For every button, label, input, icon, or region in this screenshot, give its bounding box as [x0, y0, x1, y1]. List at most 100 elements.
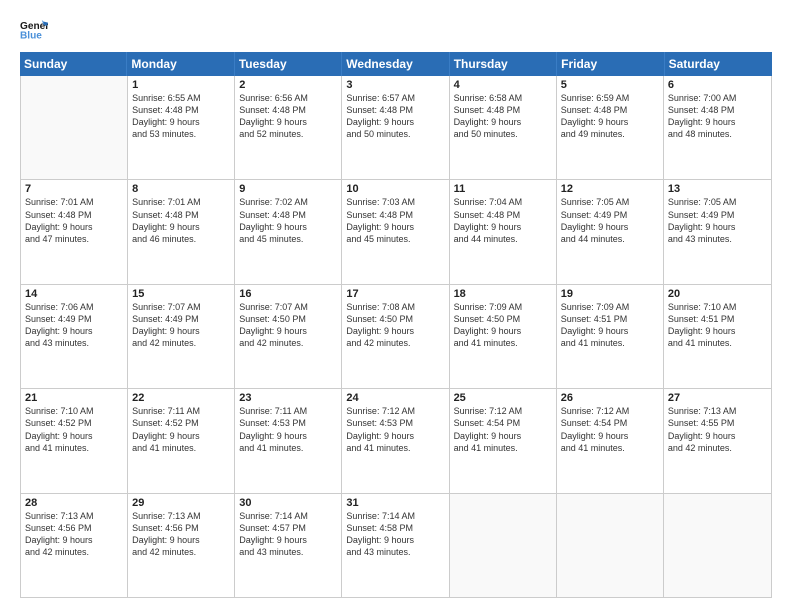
cell-info-line: Sunset: 4:48 PM: [132, 209, 230, 221]
cell-info-line: Sunrise: 7:07 AM: [239, 301, 337, 313]
cell-info-line: Daylight: 9 hours: [239, 221, 337, 233]
cell-info-line: Daylight: 9 hours: [454, 325, 552, 337]
calendar-cell: 27Sunrise: 7:13 AMSunset: 4:55 PMDayligh…: [664, 389, 771, 492]
cell-info-line: and 41 minutes.: [346, 442, 444, 454]
cell-info-line: Sunset: 4:50 PM: [454, 313, 552, 325]
cell-info-line: Sunrise: 7:09 AM: [454, 301, 552, 313]
cell-info-line: and 42 minutes.: [132, 337, 230, 349]
cell-info-line: Sunrise: 7:14 AM: [239, 510, 337, 522]
cell-info-line: and 43 minutes.: [346, 546, 444, 558]
cell-info-line: and 50 minutes.: [454, 128, 552, 140]
calendar-cell: 19Sunrise: 7:09 AMSunset: 4:51 PMDayligh…: [557, 285, 664, 388]
cell-info-line: Sunset: 4:54 PM: [561, 417, 659, 429]
day-number: 8: [132, 183, 230, 195]
day-number: 6: [668, 79, 767, 91]
cell-info-line: Sunset: 4:48 PM: [454, 104, 552, 116]
calendar-cell: 13Sunrise: 7:05 AMSunset: 4:49 PMDayligh…: [664, 180, 771, 283]
header-cell-monday: Monday: [127, 52, 234, 76]
calendar-cell: 3Sunrise: 6:57 AMSunset: 4:48 PMDaylight…: [342, 76, 449, 179]
cell-info-line: and 42 minutes.: [668, 442, 767, 454]
cell-info-line: Sunrise: 7:07 AM: [132, 301, 230, 313]
day-number: 30: [239, 497, 337, 509]
header: General Blue: [20, 18, 772, 42]
cell-info-line: Sunset: 4:50 PM: [346, 313, 444, 325]
day-number: 12: [561, 183, 659, 195]
cell-info-line: Sunrise: 7:04 AM: [454, 196, 552, 208]
cell-info-line: Daylight: 9 hours: [561, 325, 659, 337]
calendar-cell: 8Sunrise: 7:01 AMSunset: 4:48 PMDaylight…: [128, 180, 235, 283]
day-number: 22: [132, 392, 230, 404]
cell-info-line: and 41 minutes.: [668, 337, 767, 349]
day-number: 4: [454, 79, 552, 91]
day-number: 13: [668, 183, 767, 195]
cell-info-line: Sunset: 4:48 PM: [25, 209, 123, 221]
cell-info-line: Sunrise: 7:01 AM: [132, 196, 230, 208]
cell-info-line: Daylight: 9 hours: [25, 325, 123, 337]
day-number: 15: [132, 288, 230, 300]
cell-info-line: Sunset: 4:54 PM: [454, 417, 552, 429]
cell-info-line: Daylight: 9 hours: [132, 534, 230, 546]
calendar-cell: 6Sunrise: 7:00 AMSunset: 4:48 PMDaylight…: [664, 76, 771, 179]
cell-info-line: Sunset: 4:52 PM: [25, 417, 123, 429]
cell-info-line: Daylight: 9 hours: [454, 221, 552, 233]
cell-info-line: Sunset: 4:48 PM: [132, 104, 230, 116]
cell-info-line: and 45 minutes.: [239, 233, 337, 245]
calendar-cell: 11Sunrise: 7:04 AMSunset: 4:48 PMDayligh…: [450, 180, 557, 283]
header-cell-wednesday: Wednesday: [342, 52, 449, 76]
cell-info-line: Sunset: 4:48 PM: [454, 209, 552, 221]
cell-info-line: and 43 minutes.: [668, 233, 767, 245]
cell-info-line: Sunrise: 6:55 AM: [132, 92, 230, 104]
day-number: 19: [561, 288, 659, 300]
cell-info-line: and 47 minutes.: [25, 233, 123, 245]
cell-info-line: and 44 minutes.: [561, 233, 659, 245]
logo-icon: General Blue: [20, 18, 48, 42]
cell-info-line: Sunset: 4:52 PM: [132, 417, 230, 429]
header-cell-thursday: Thursday: [450, 52, 557, 76]
day-number: 20: [668, 288, 767, 300]
cell-info-line: and 43 minutes.: [25, 337, 123, 349]
cell-info-line: and 46 minutes.: [132, 233, 230, 245]
cell-info-line: Sunset: 4:48 PM: [346, 209, 444, 221]
page: General Blue SundayMondayTuesdayWednesda…: [0, 0, 792, 612]
cell-info-line: Sunrise: 7:02 AM: [239, 196, 337, 208]
day-number: 29: [132, 497, 230, 509]
calendar-cell: 21Sunrise: 7:10 AMSunset: 4:52 PMDayligh…: [21, 389, 128, 492]
cell-info-line: Sunset: 4:48 PM: [346, 104, 444, 116]
cell-info-line: Sunrise: 6:58 AM: [454, 92, 552, 104]
header-cell-saturday: Saturday: [665, 52, 772, 76]
cell-info-line: Daylight: 9 hours: [668, 221, 767, 233]
cell-info-line: Daylight: 9 hours: [25, 430, 123, 442]
cell-info-line: Sunrise: 7:11 AM: [132, 405, 230, 417]
cell-info-line: Sunrise: 7:13 AM: [668, 405, 767, 417]
calendar-cell: 31Sunrise: 7:14 AMSunset: 4:58 PMDayligh…: [342, 494, 449, 597]
day-number: 18: [454, 288, 552, 300]
cell-info-line: Sunset: 4:48 PM: [561, 104, 659, 116]
cell-info-line: Sunrise: 7:14 AM: [346, 510, 444, 522]
day-number: 7: [25, 183, 123, 195]
cell-info-line: Sunrise: 7:10 AM: [25, 405, 123, 417]
calendar-cell: [450, 494, 557, 597]
calendar-cell: 12Sunrise: 7:05 AMSunset: 4:49 PMDayligh…: [557, 180, 664, 283]
cell-info-line: and 42 minutes.: [25, 546, 123, 558]
calendar: SundayMondayTuesdayWednesdayThursdayFrid…: [20, 52, 772, 598]
calendar-cell: 14Sunrise: 7:06 AMSunset: 4:49 PMDayligh…: [21, 285, 128, 388]
cell-info-line: Daylight: 9 hours: [668, 116, 767, 128]
day-number: 31: [346, 497, 444, 509]
cell-info-line: and 41 minutes.: [132, 442, 230, 454]
cell-info-line: Sunset: 4:50 PM: [239, 313, 337, 325]
calendar-body: 1Sunrise: 6:55 AMSunset: 4:48 PMDaylight…: [20, 76, 772, 598]
cell-info-line: Sunrise: 6:56 AM: [239, 92, 337, 104]
cell-info-line: and 41 minutes.: [561, 337, 659, 349]
cell-info-line: and 48 minutes.: [668, 128, 767, 140]
cell-info-line: Daylight: 9 hours: [239, 325, 337, 337]
svg-text:Blue: Blue: [20, 31, 42, 42]
cell-info-line: Daylight: 9 hours: [454, 116, 552, 128]
cell-info-line: Daylight: 9 hours: [561, 116, 659, 128]
calendar-cell: 4Sunrise: 6:58 AMSunset: 4:48 PMDaylight…: [450, 76, 557, 179]
cell-info-line: Daylight: 9 hours: [668, 325, 767, 337]
calendar-cell: 22Sunrise: 7:11 AMSunset: 4:52 PMDayligh…: [128, 389, 235, 492]
calendar-row: 7Sunrise: 7:01 AMSunset: 4:48 PMDaylight…: [21, 180, 771, 284]
day-number: 26: [561, 392, 659, 404]
header-cell-sunday: Sunday: [20, 52, 127, 76]
cell-info-line: and 53 minutes.: [132, 128, 230, 140]
